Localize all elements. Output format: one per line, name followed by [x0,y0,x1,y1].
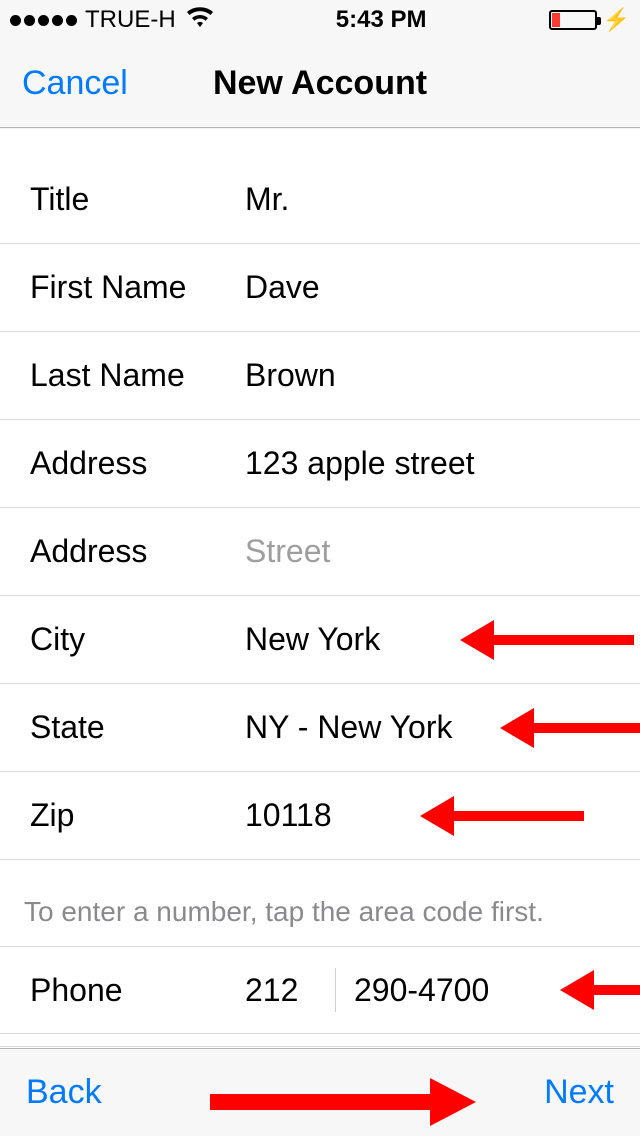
state-label: State [30,709,245,746]
address1-label: Address [30,445,245,482]
first-name-label: First Name [30,269,245,306]
status-right: ⚡ [549,9,630,31]
back-button[interactable]: Back [26,1073,102,1112]
zip-input[interactable]: 10118 [245,797,610,834]
last-name-row[interactable]: Last Name Brown [0,332,640,420]
bottom-toolbar: Back Next [0,1048,640,1136]
first-name-row[interactable]: First Name Dave [0,244,640,332]
state-row[interactable]: State NY - New York [0,684,640,772]
account-form: Title Mr. First Name Dave Last Name Brow… [0,156,640,1047]
city-input[interactable]: New York [245,621,610,658]
address2-row[interactable]: Address Street [0,508,640,596]
zip-row[interactable]: Zip 10118 [0,772,640,860]
phone-number-input[interactable]: 290-4700 [354,972,610,1009]
phone-divider [335,968,336,1012]
title-value[interactable]: Mr. [245,181,610,218]
navigation-bar: Cancel New Account [0,40,640,128]
title-label: Title [30,181,245,218]
phone-area-code-input[interactable]: 212 [245,972,325,1009]
address2-label: Address [30,533,245,570]
last-name-input[interactable]: Brown [245,357,610,394]
address2-input[interactable]: Street [245,533,610,570]
address1-input[interactable]: 123 apple street [245,445,610,482]
phone-row[interactable]: Phone 212 290-4700 [0,946,640,1034]
phone-hint: To enter a number, tap the area code fir… [0,860,640,946]
state-value[interactable]: NY - New York [245,709,610,746]
wifi-icon [186,6,214,35]
status-left: TRUE-H [10,6,214,35]
city-label: City [30,621,245,658]
zip-label: Zip [30,797,245,834]
address1-row[interactable]: Address 123 apple street [0,420,640,508]
phone-label: Phone [30,972,245,1009]
signal-strength-icon [10,15,77,26]
status-bar: TRUE-H 5:43 PM ⚡ [0,0,640,40]
first-name-input[interactable]: Dave [245,269,610,306]
battery-icon [549,10,597,30]
last-name-label: Last Name [30,357,245,394]
carrier-label: TRUE-H [85,6,176,34]
title-row[interactable]: Title Mr. [0,156,640,244]
page-title: New Account [213,64,427,103]
next-button[interactable]: Next [544,1073,614,1112]
charging-icon: ⚡ [603,9,630,31]
cancel-button[interactable]: Cancel [22,64,128,103]
city-row[interactable]: City New York [0,596,640,684]
clock: 5:43 PM [336,6,427,34]
